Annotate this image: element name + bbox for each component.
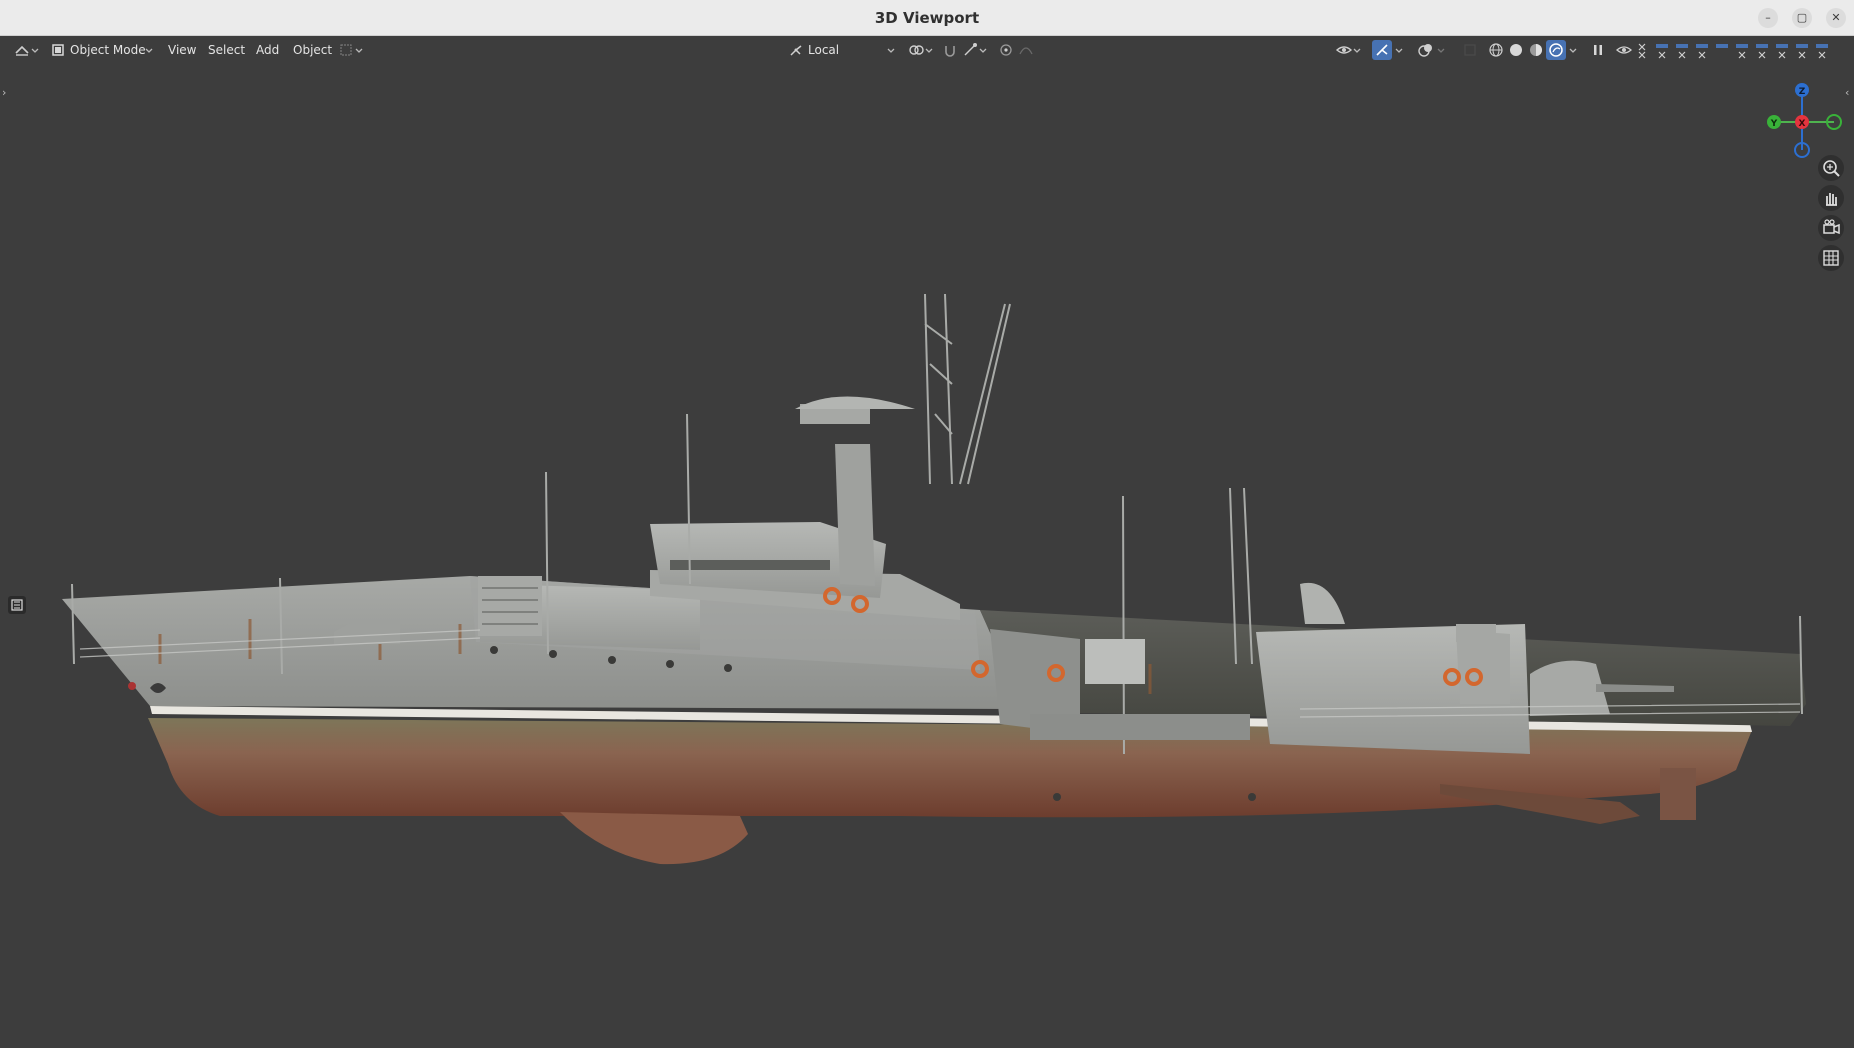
- gizmo-dropdown-icon[interactable]: [1394, 40, 1404, 60]
- zoom-icon[interactable]: [1818, 155, 1844, 181]
- overlay-dropdown-icon[interactable]: [1436, 40, 1446, 60]
- transform-affect-icon[interactable]: [336, 40, 356, 60]
- camera-view-icon[interactable]: [1818, 215, 1844, 241]
- mode-selector[interactable]: Object Mode: [66, 40, 150, 60]
- orientation-icon: [786, 40, 806, 60]
- gizmo-y-label: Y: [1770, 119, 1778, 129]
- gizmo-x-label: X: [1799, 119, 1806, 129]
- 3d-viewport[interactable]: › ‹ Z Y X: [0, 64, 1854, 1048]
- overlay-icon[interactable]: [1416, 40, 1436, 60]
- rendered-shading-icon[interactable]: [1546, 40, 1566, 60]
- viewport-editor-icon[interactable]: [12, 40, 32, 60]
- snap-dropdown-icon[interactable]: [978, 40, 988, 60]
- orientation-dropdown-icon[interactable]: [886, 40, 896, 60]
- proportional-edit-icon[interactable]: [996, 40, 1016, 60]
- snap-icon[interactable]: [940, 40, 960, 60]
- menu-object[interactable]: Object: [289, 40, 336, 60]
- solid-shading-icon[interactable]: [1506, 40, 1526, 60]
- ship-model[interactable]: [0, 64, 1854, 1048]
- window-titlebar: 3D Viewport – ▢ ✕: [0, 0, 1854, 36]
- close-button[interactable]: ✕: [1826, 8, 1846, 28]
- maximize-button[interactable]: ▢: [1792, 8, 1812, 28]
- visibility-dropdown-icon[interactable]: [1352, 40, 1362, 60]
- editor-type-dropdown-icon[interactable]: [30, 40, 40, 60]
- object-mode-icon: [48, 40, 68, 60]
- minimize-button[interactable]: –: [1758, 8, 1778, 28]
- eye-icon[interactable]: [1614, 40, 1634, 60]
- menu-view[interactable]: View: [164, 40, 200, 60]
- pivot-icon[interactable]: [906, 40, 926, 60]
- wireframe-shading-icon[interactable]: [1486, 40, 1506, 60]
- snap-target-icon[interactable]: [960, 40, 980, 60]
- gizmo-z-label: Z: [1799, 87, 1806, 97]
- gizmo-icon[interactable]: [1372, 40, 1392, 60]
- pivot-dropdown-icon[interactable]: [924, 40, 934, 60]
- mode-dropdown-icon[interactable]: [144, 40, 154, 60]
- navigation-gizmo[interactable]: Z Y X: [1760, 74, 1850, 164]
- visibility-selectability-icon[interactable]: [1334, 40, 1354, 60]
- shading-dropdown-icon[interactable]: [1568, 40, 1578, 60]
- menu-add[interactable]: Add: [252, 40, 283, 60]
- ortho-grid-icon[interactable]: [1818, 245, 1844, 271]
- viewport-header: Object Mode View Select Add Object Local: [0, 36, 1854, 64]
- pause-icon[interactable]: [1588, 40, 1608, 60]
- xray-icon[interactable]: [1460, 40, 1480, 60]
- pan-hand-icon[interactable]: [1818, 185, 1844, 211]
- window-title: 3D Viewport: [874, 9, 980, 27]
- layer-toggle-icons[interactable]: [1634, 40, 1840, 62]
- menu-select[interactable]: Select: [204, 40, 249, 60]
- material-shading-icon[interactable]: [1526, 40, 1546, 60]
- transform-affect-dropdown-icon[interactable]: [354, 40, 364, 60]
- falloff-icon[interactable]: [1016, 40, 1036, 60]
